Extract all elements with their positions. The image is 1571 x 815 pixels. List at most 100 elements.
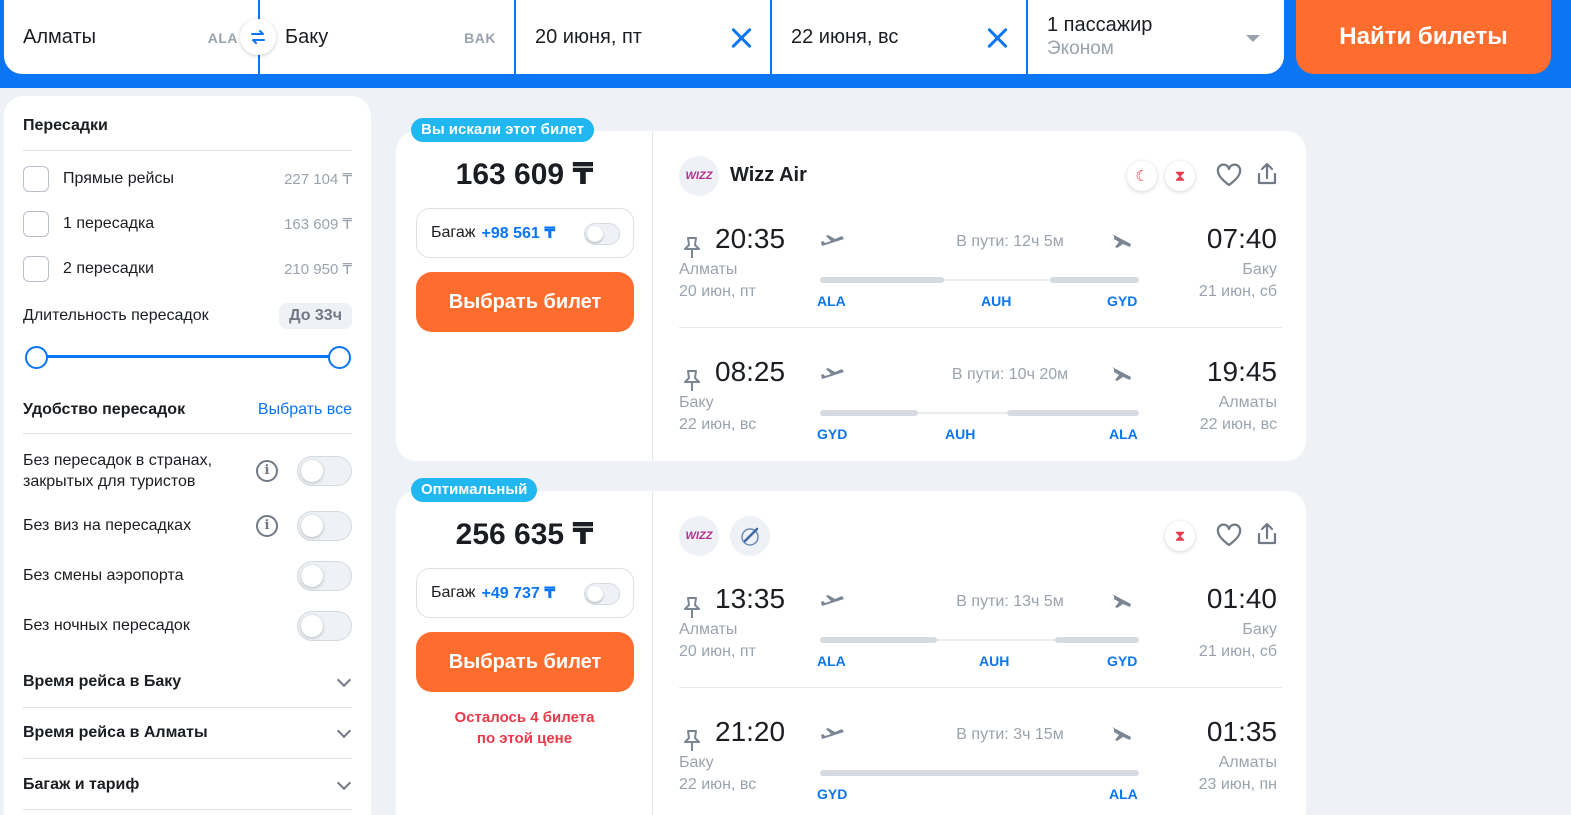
arrival-city: Алматы	[1218, 754, 1277, 771]
checkbox[interactable]	[23, 256, 49, 282]
arrival-time: 07:40	[1206, 223, 1277, 254]
filters-sidebar: Пересадки Прямые рейсы 227 104 ₸ 1 перес…	[4, 96, 371, 815]
tickets-left-note: Осталось 4 билета по этой цене	[396, 707, 653, 749]
heart-icon[interactable]	[1215, 162, 1243, 190]
section-title: Время рейса в Алматы	[23, 724, 208, 741]
section-flight-time-almaty[interactable]: Время рейса в Алматы	[23, 723, 352, 742]
closed-countries-toggle[interactable]	[297, 456, 352, 486]
hourglass-icon: ⧗	[1165, 521, 1195, 551]
no-visa-toggle[interactable]	[297, 511, 352, 541]
choose-ticket-button[interactable]: Выбрать билет	[416, 632, 634, 692]
toggle-label: Без ночных пересадок	[23, 617, 190, 634]
departure-time: 21:20	[715, 716, 786, 747]
baggage-price: +98 561 ₸	[481, 225, 556, 242]
route-track	[820, 637, 1139, 643]
passengers-field[interactable]: 1 пассажир Эконом	[1028, 0, 1284, 74]
select-all-link[interactable]: Выбрать все	[258, 401, 352, 419]
info-icon[interactable]: i	[256, 515, 278, 537]
airport-code: AUH	[945, 426, 976, 442]
swap-arrows-icon[interactable]	[240, 19, 276, 55]
destination-field[interactable]: Баку BAK	[260, 0, 516, 74]
flight-segment-outbound[interactable]: 13:35 Алматы 20 июн, пт В пути: 13ч 5м A…	[679, 581, 1282, 691]
departure-date: 22 июн, вс	[679, 776, 757, 793]
clear-departure-date-icon[interactable]	[730, 25, 754, 49]
share-icon[interactable]	[1253, 160, 1281, 188]
chevron-down-icon	[336, 723, 352, 739]
destination-code: BAK	[464, 30, 496, 46]
baggage-option[interactable]: Багаж +49 737 ₸	[416, 568, 634, 618]
slider-min-handle[interactable]	[25, 346, 48, 369]
airport-code: ALA	[817, 293, 846, 309]
filter-direct[interactable]: Прямые рейсы 227 104 ₸	[23, 164, 352, 194]
ticket-tag: Вы искали этот билет	[411, 118, 594, 142]
return-date: 22 июня, вс	[791, 25, 899, 48]
route-track	[820, 277, 1139, 283]
stops-title: Пересадки	[23, 117, 108, 134]
return-date-field[interactable]: 22 июня, вс	[772, 0, 1028, 74]
filter-label: 1 пересадка	[63, 215, 155, 232]
route-track	[820, 770, 1139, 776]
no-night-layovers-toggle[interactable]	[297, 611, 352, 641]
departure-time: 20:35	[715, 223, 786, 254]
filter-price: 210 950 ₸	[284, 261, 352, 278]
arrival-date: 21 июн, сб	[1198, 643, 1277, 660]
landing-icon	[1112, 727, 1131, 741]
section-flight-time-baku[interactable]: Время рейса в Баку	[23, 672, 352, 691]
airport-code: AUH	[979, 653, 1010, 669]
layover-duration-label: Длительность пересадок	[23, 307, 209, 324]
arrival-time: 01:35	[1206, 716, 1277, 747]
pin-icon[interactable]	[679, 595, 705, 621]
filter-two-stops[interactable]: 2 пересадки 210 950 ₸	[23, 254, 352, 284]
airport-code: ALA	[817, 653, 846, 669]
ticket-price: 163 609 ₸	[455, 158, 594, 191]
departure-date: 20 июн, пт	[679, 283, 756, 300]
landing-icon	[1112, 594, 1131, 608]
flight-segment-return[interactable]: 21:20 Баку 22 июн, вс В пути: 3ч 15м GYD…	[679, 714, 1282, 815]
route-track	[820, 410, 1139, 416]
checkbox[interactable]	[23, 211, 49, 237]
airline-name: Wizz Air	[730, 164, 807, 186]
same-airport-toggle[interactable]	[297, 561, 352, 591]
comfort-title: Удобство пересадок	[23, 401, 186, 418]
airline-logo: WIZZ	[679, 156, 719, 196]
share-icon[interactable]	[1253, 520, 1281, 548]
layover-duration-slider[interactable]	[36, 355, 340, 358]
baggage-toggle[interactable]	[584, 583, 620, 605]
takeoff-icon	[821, 728, 844, 739]
pin-icon[interactable]	[679, 235, 705, 261]
arrival-date: 22 июн, вс	[1199, 416, 1277, 433]
origin-city: Алматы	[23, 25, 96, 48]
ticket-card[interactable]: 163 609 ₸ Багаж +98 561 ₸ Выбрать билет …	[396, 131, 1306, 461]
baggage-toggle[interactable]	[584, 223, 620, 245]
departure-date-field[interactable]: 20 июня, пт	[516, 0, 772, 74]
pin-icon[interactable]	[679, 728, 705, 754]
pin-icon[interactable]	[679, 368, 705, 394]
departure-date: 20 июн, пт	[679, 643, 756, 660]
arrival-date: 21 июн, сб	[1198, 283, 1277, 300]
info-icon[interactable]: i	[256, 460, 278, 482]
ticket-card[interactable]: 256 635 ₸ Багаж +49 737 ₸ Выбрать билет …	[396, 491, 1306, 815]
clear-return-date-icon[interactable]	[986, 25, 1010, 49]
flight-segment-return[interactable]: 08:25 Баку 22 июн, вс В пути: 10ч 20м GY…	[679, 354, 1282, 464]
filter-one-stop[interactable]: 1 пересадка 163 609 ₸	[23, 209, 352, 239]
choose-ticket-button[interactable]: Выбрать билет	[416, 272, 634, 332]
departure-city: Баку	[679, 754, 714, 771]
baggage-option[interactable]: Багаж +98 561 ₸	[416, 208, 634, 258]
ticket-tag: Оптимальный	[411, 478, 538, 502]
origin-code: ALA	[207, 30, 238, 46]
find-tickets-button[interactable]: Найти билеты	[1296, 0, 1551, 74]
baggage-label: Багаж	[431, 224, 476, 241]
slider-max-handle[interactable]	[328, 346, 351, 369]
airport-code: GYD	[1107, 653, 1138, 669]
section-baggage-tariff[interactable]: Багаж и тариф	[23, 775, 352, 794]
takeoff-icon	[821, 235, 844, 246]
checkbox[interactable]	[23, 166, 49, 192]
layover-duration-row: Длительность пересадок До 33ч	[23, 301, 352, 331]
departure-city: Баку	[679, 394, 714, 411]
heart-icon[interactable]	[1215, 522, 1243, 550]
flight-duration: В пути: 10ч 20м	[951, 366, 1069, 383]
toggle-label: Без виз на пересадках	[23, 517, 192, 534]
origin-field[interactable]: Алматы ALA	[4, 0, 260, 74]
tickets-left-line2: по этой цене	[476, 730, 573, 747]
flight-segment-outbound[interactable]: 20:35 Алматы 20 июн, пт В пути: 12ч 5м A…	[679, 221, 1282, 331]
